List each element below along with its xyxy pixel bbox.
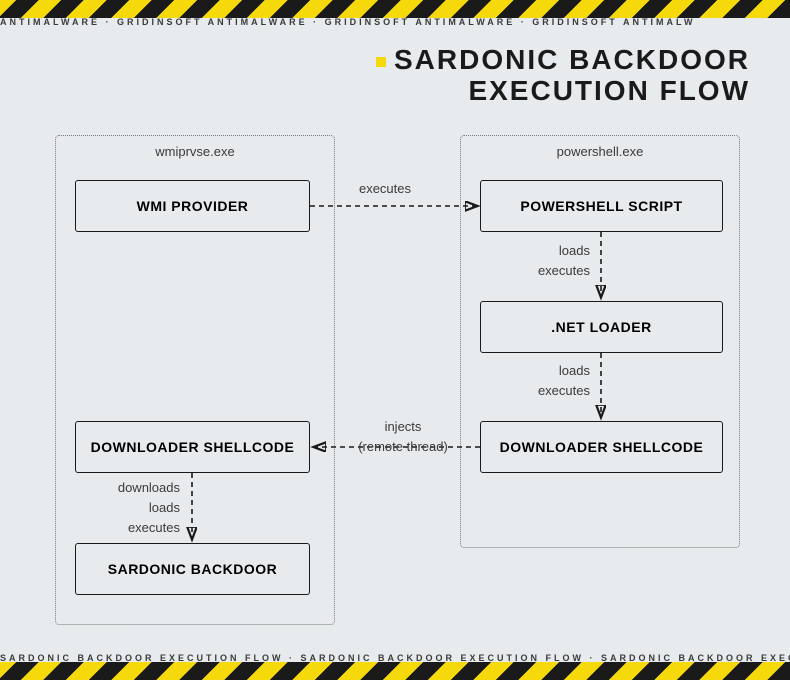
edge-label-loads-2: loads bbox=[515, 362, 590, 380]
edge-label-executes-1: executes bbox=[345, 180, 425, 198]
edge-label-loads-1: loads bbox=[515, 242, 590, 260]
diagram-title: SARDONIC BACKDOOR EXECUTION FLOW bbox=[0, 45, 750, 107]
edge-label-downloads: downloads bbox=[95, 479, 180, 497]
diagram-canvas: wmiprvse.exe powershell.exe WMI PROVIDER… bbox=[0, 120, 790, 630]
process-powershell-label: powershell.exe bbox=[461, 144, 739, 159]
edge-label-executes-3: executes bbox=[515, 382, 590, 400]
node-wmi-provider: WMI PROVIDER bbox=[75, 180, 310, 232]
edge-label-executes-4: executes bbox=[95, 519, 180, 537]
node-net-loader: .NET LOADER bbox=[480, 301, 723, 353]
node-sardonic-backdoor: SARDONIC BACKDOOR bbox=[75, 543, 310, 595]
node-downloader-shellcode-right: DOWNLOADER SHELLCODE bbox=[480, 421, 723, 473]
edge-label-injects: injects bbox=[348, 418, 458, 436]
title-line-2: EXECUTION FLOW bbox=[468, 75, 750, 106]
node-downloader-shellcode-left: DOWNLOADER SHELLCODE bbox=[75, 421, 310, 473]
edge-label-executes-2: executes bbox=[515, 262, 590, 280]
hazard-strip-top bbox=[0, 0, 790, 18]
watermark-ribbon-top: ANTIMALWARE · GRIDINSOFT ANTIMALWARE · G… bbox=[0, 17, 790, 27]
title-accent-icon bbox=[376, 57, 386, 67]
edge-label-loads-3: loads bbox=[95, 499, 180, 517]
hazard-strip-bottom bbox=[0, 662, 790, 680]
node-powershell-script: POWERSHELL SCRIPT bbox=[480, 180, 723, 232]
process-wmiprvse-label: wmiprvse.exe bbox=[56, 144, 334, 159]
title-line-1: SARDONIC BACKDOOR bbox=[394, 44, 750, 75]
edge-label-remote-thread: (remote thread) bbox=[348, 438, 458, 456]
